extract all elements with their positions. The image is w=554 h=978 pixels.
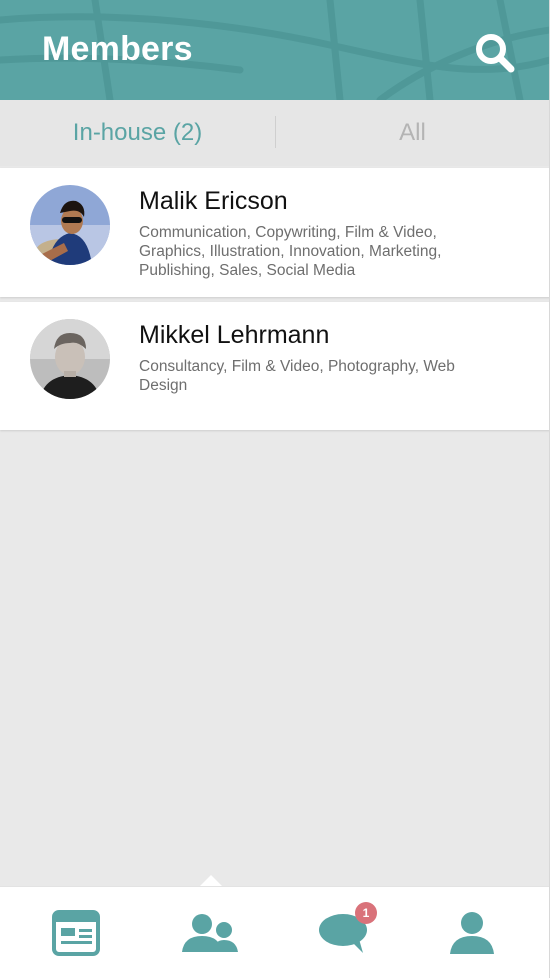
search-icon — [476, 34, 515, 73]
avatar — [30, 185, 110, 265]
profile-icon — [450, 912, 494, 954]
unread-badge: 1 — [355, 902, 377, 924]
page-title: Members — [42, 30, 193, 68]
tab-in-house-label: In-house (2) — [72, 119, 203, 146]
tab-all-label: All — [399, 119, 426, 146]
tab-all[interactable]: All — [275, 100, 549, 166]
list-item[interactable]: Malik Ericson Communication, Copywriting… — [0, 168, 549, 297]
nav-feed[interactable] — [31, 887, 121, 978]
nav-messages[interactable]: 1 — [299, 887, 389, 978]
avatar-photo-icon — [30, 319, 110, 399]
member-tabs: In-house (2) All — [0, 100, 549, 166]
list-item[interactable]: Mikkel Lehrmann Consultancy, Film & Vide… — [0, 302, 549, 430]
members-icon — [182, 914, 238, 952]
member-skills: Consultancy, Film & Video, Photography, … — [139, 358, 455, 394]
members-screen: Members In-house (2) All Malik Ericson C… — [0, 0, 550, 978]
member-skills: Communication, Copywriting, Film & Video… — [139, 224, 442, 279]
member-name: Mikkel Lehrmann — [139, 321, 330, 349]
nav-profile[interactable] — [427, 887, 517, 978]
tab-in-house[interactable]: In-house (2) — [0, 100, 275, 166]
search-button[interactable] — [470, 28, 520, 78]
app-header: Members — [0, 0, 549, 100]
avatar — [30, 319, 110, 399]
avatar-photo-icon — [30, 185, 110, 265]
bottom-nav: 1 — [0, 886, 549, 978]
nav-members[interactable] — [164, 887, 254, 978]
member-name: Malik Ericson — [139, 187, 288, 215]
feed-icon — [52, 910, 100, 956]
